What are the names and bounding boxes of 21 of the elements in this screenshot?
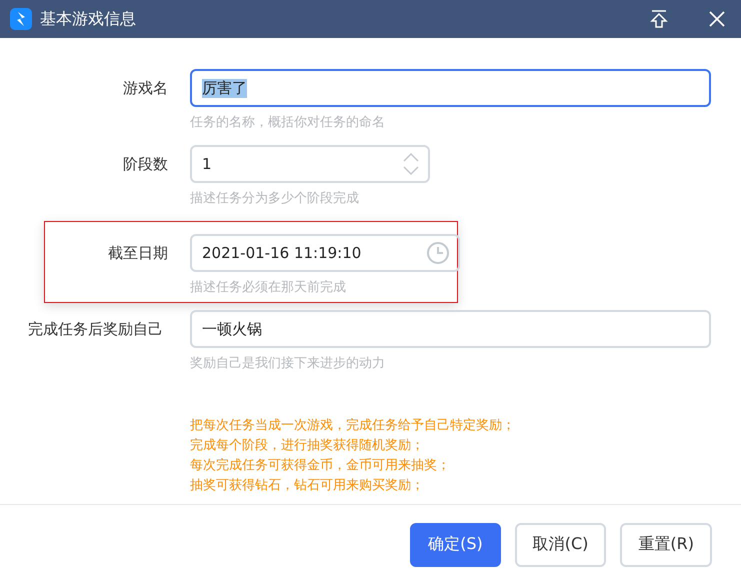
field-label: 游戏名 [122, 78, 169, 99]
field-label: 完成任务后奖励自己 [27, 319, 164, 340]
field-label: 阶段数 [122, 154, 169, 175]
action-button[interactable]: 重置(R) [620, 522, 712, 566]
note-text: 每次完成任务可获得金币，金币可用来抽奖； [190, 457, 450, 475]
note-text: 完成每个阶段，进行抽奖获得随机奖励； [190, 437, 424, 455]
input-field[interactable]: 厉害了 [190, 69, 711, 107]
note-text: 把每次任务当成一次游戏，完成任务给予自己特定奖励； [190, 417, 515, 435]
app-logo-icon [10, 8, 32, 30]
window-title: 基本游戏信息 [40, 8, 137, 30]
confirm-button[interactable]: 确定(S) [410, 522, 501, 566]
note-text: 抽奖可获得钻石，钻石可用来购买奖励； [190, 477, 424, 495]
action-button[interactable]: 取消(C) [514, 522, 606, 566]
input-field[interactable]: 一顿火锅 [190, 310, 711, 348]
field-hint: 描述任务必须在那天前完成 [190, 279, 346, 296]
field-hint: 任务的名称，概括你对任务的命名 [190, 114, 385, 131]
field-hint: 描述任务分为多少个阶段完成 [190, 190, 359, 207]
input-field[interactable]: 2021-01-16 11:19:10 [190, 234, 460, 272]
field-hint: 奖励自己是我们接下来进步的动力 [190, 355, 385, 372]
input-field[interactable]: 1 [190, 145, 430, 183]
field-label: 截至日期 [107, 243, 169, 264]
